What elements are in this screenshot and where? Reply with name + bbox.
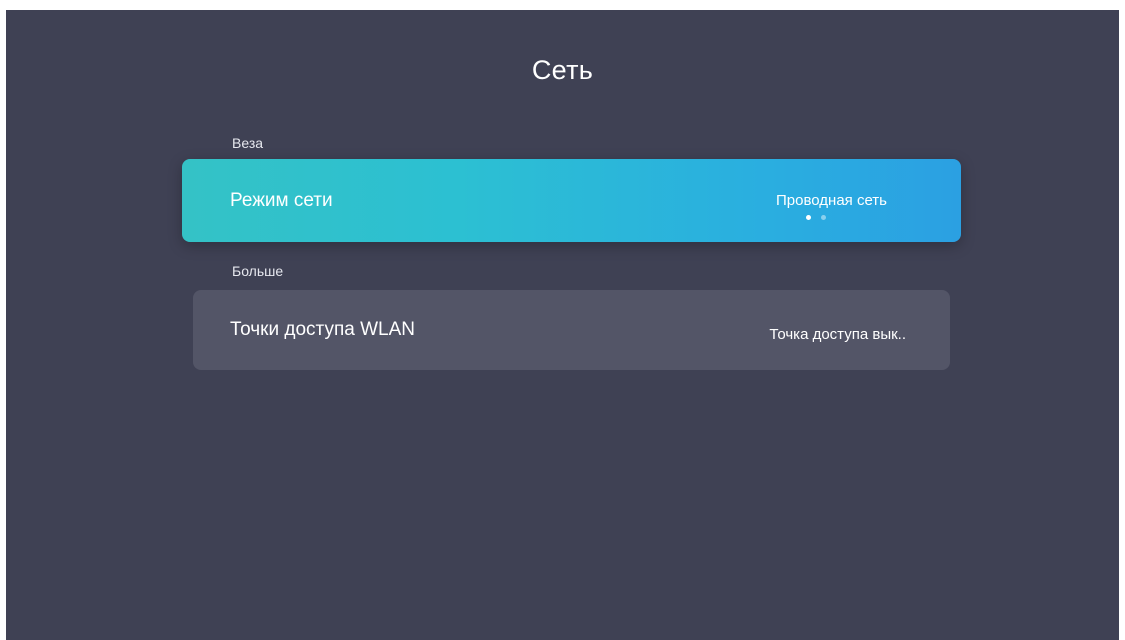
page-dot-inactive [821, 215, 826, 220]
section-label-basic: Веза [232, 135, 264, 151]
page-title: Сеть [531, 55, 594, 85]
section-label-more: Больше [232, 263, 284, 279]
network-mode-row[interactable]: Режим сети Проводная сеть [182, 159, 961, 242]
page-indicator [806, 215, 826, 220]
page-dot-active [806, 215, 811, 220]
wlan-hotspot-label: Точки доступа WLAN [230, 319, 415, 340]
network-mode-value: Проводная сеть [776, 192, 887, 209]
wlan-hotspot-value: Точка доступа вык.. [769, 326, 906, 343]
tv-screen: Сеть Веза Режим сети Проводная сеть Боль… [6, 10, 1119, 640]
network-mode-label: Режим сети [230, 189, 333, 211]
wlan-hotspot-row[interactable]: Точки доступа WLAN Точка доступа вык.. [193, 290, 950, 370]
